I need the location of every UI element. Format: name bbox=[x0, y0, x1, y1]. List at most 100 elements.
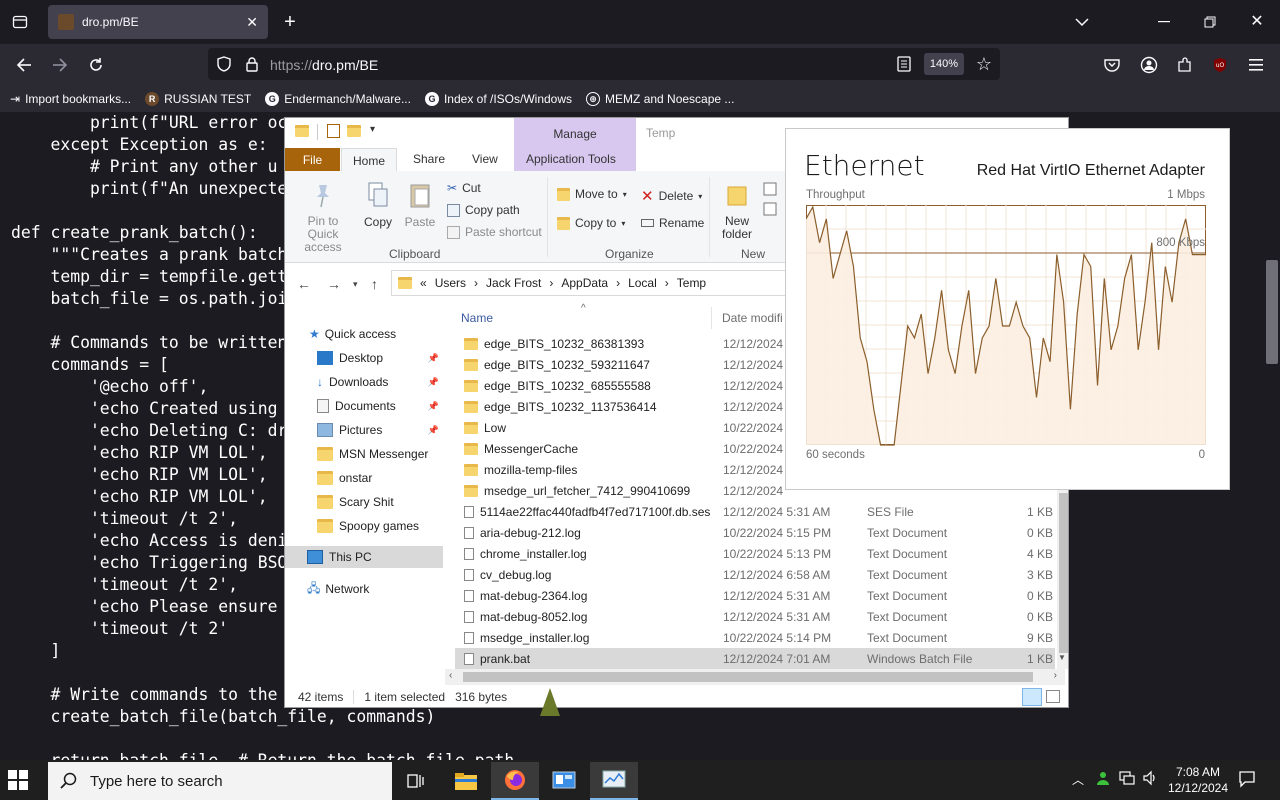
task-manager-taskbar-icon[interactable] bbox=[590, 762, 638, 800]
chevron-down-icon[interactable] bbox=[1068, 8, 1096, 36]
file-row[interactable]: mat-debug-8052.log 12/12/2024 5:31 AM Text… bbox=[455, 606, 1055, 627]
tab-close-icon[interactable]: ✕ bbox=[246, 14, 258, 31]
file-explorer-taskbar-icon[interactable] bbox=[442, 762, 490, 800]
ublock-icon[interactable]: uO bbox=[1206, 51, 1234, 79]
cut-button[interactable]: ✂ Cut bbox=[447, 181, 481, 195]
file-row[interactable]: 5114ae22ffac440fadfb4f7ed717100f.db.ses 1… bbox=[455, 501, 1055, 522]
taskbar-search-box[interactable]: Type here to search bbox=[48, 762, 392, 800]
shield-icon[interactable] bbox=[210, 50, 238, 78]
delete-button[interactable]: ✕ Delete ▾ bbox=[641, 187, 702, 205]
breadcrumb[interactable]: « Users › Jack Frost › AppData › Local ›… bbox=[391, 270, 791, 296]
tab-home[interactable]: Home bbox=[341, 148, 397, 172]
forward-icon[interactable] bbox=[46, 51, 74, 79]
scroll-right-icon[interactable]: › bbox=[1054, 670, 1057, 681]
menu-icon[interactable] bbox=[1242, 51, 1270, 79]
new-item-button[interactable] bbox=[761, 181, 781, 224]
scroll-down-icon[interactable]: ▼ bbox=[1058, 653, 1066, 662]
tab-file[interactable]: File bbox=[285, 148, 340, 171]
tray-overflow-icon[interactable]: ︿ bbox=[1072, 771, 1084, 788]
nav-item-msn-messenger[interactable]: MSN Messenger bbox=[285, 443, 443, 465]
properties-icon[interactable] bbox=[327, 124, 340, 138]
forward-arrow-icon[interactable]: → bbox=[327, 276, 341, 292]
paste-button[interactable]: Paste bbox=[403, 181, 437, 229]
breadcrumb-separator-icon[interactable]: › bbox=[616, 276, 620, 290]
details-view-icon[interactable] bbox=[1022, 688, 1042, 706]
pin-quick-access-button[interactable]: Pin to Quick access bbox=[291, 181, 355, 254]
people-tray-icon[interactable] bbox=[1095, 770, 1111, 789]
account-icon[interactable] bbox=[1135, 51, 1163, 79]
scroll-left-icon[interactable]: ‹ bbox=[449, 670, 452, 681]
rename-button[interactable]: Rename bbox=[641, 216, 704, 230]
move-to-button[interactable]: Move to ▾ bbox=[557, 187, 627, 201]
file-row[interactable]: chrome_installer.log 10/22/2024 5:13 PM Te… bbox=[455, 543, 1055, 564]
taskbar-clock[interactable]: 7:08 AM 12/12/2024 bbox=[1164, 764, 1232, 796]
minimize-icon[interactable] bbox=[1150, 8, 1178, 36]
windows-start-icon[interactable] bbox=[8, 770, 28, 790]
nav-item-documents[interactable]: Documents 📌 bbox=[285, 395, 443, 417]
tab-list-icon[interactable] bbox=[6, 8, 34, 36]
file-list-hscroll[interactable]: ‹ › bbox=[445, 669, 1065, 685]
qat-dropdown-icon[interactable]: ▾ bbox=[370, 124, 375, 135]
nav-item-spoopy-games[interactable]: Spoopy games bbox=[285, 515, 443, 537]
url-bar[interactable]: https://dro.pm/BE ☆ bbox=[208, 48, 1000, 80]
breadcrumb-jack-frost[interactable]: Jack Frost bbox=[486, 276, 541, 290]
task-view-icon[interactable] bbox=[392, 762, 440, 800]
nav-item-quick-access[interactable]: ★ Quick access bbox=[285, 323, 443, 345]
zoom-level-badge[interactable]: 140% bbox=[924, 53, 964, 75]
reload-icon[interactable] bbox=[82, 51, 110, 79]
url-text[interactable]: https://dro.pm/BE bbox=[270, 57, 378, 73]
tab-view[interactable]: View bbox=[472, 152, 498, 166]
new-folder-button[interactable]: New folder bbox=[717, 181, 757, 241]
breadcrumb-temp[interactable]: Temp bbox=[677, 276, 706, 290]
control-panel-taskbar-icon[interactable] bbox=[540, 762, 588, 800]
breadcrumb-appdata[interactable]: AppData bbox=[561, 276, 608, 290]
nav-item-downloads[interactable]: ↓ Downloads 📌 bbox=[285, 371, 443, 393]
overflow-chevron-icon[interactable]: « bbox=[420, 276, 427, 290]
breadcrumb-separator-icon[interactable]: › bbox=[665, 276, 669, 290]
new-tab-icon[interactable]: + bbox=[276, 8, 304, 36]
large-icons-view-icon[interactable] bbox=[1046, 690, 1060, 703]
copy-path-button[interactable]: Copy path bbox=[447, 203, 520, 217]
copy-button[interactable]: Copy bbox=[363, 181, 393, 229]
network-tray-icon[interactable] bbox=[1118, 770, 1136, 789]
new-folder-qat-icon[interactable] bbox=[347, 125, 361, 137]
close-window-icon[interactable]: ✕ bbox=[1243, 8, 1271, 36]
nav-item-pictures[interactable]: Pictures 📌 bbox=[285, 419, 443, 441]
file-row[interactable]: mat-debug-2364.log 12/12/2024 5:31 AM Text… bbox=[455, 585, 1055, 606]
recent-locations-icon[interactable]: ▾ bbox=[353, 279, 358, 290]
bookmark-endermanch[interactable]: G Endermanch/Malware... bbox=[265, 92, 411, 106]
bookmark-import[interactable]: ⇥ Import bookmarks... bbox=[10, 92, 131, 106]
notifications-icon[interactable] bbox=[1238, 770, 1256, 791]
file-row[interactable]: msedge_installer.log 10/22/2024 5:14 PM Te… bbox=[455, 627, 1055, 648]
nav-item-this-pc[interactable]: This PC bbox=[285, 546, 443, 568]
volume-tray-icon[interactable] bbox=[1142, 770, 1158, 789]
extensions-icon[interactable] bbox=[1171, 51, 1199, 79]
tab-share[interactable]: Share bbox=[413, 152, 445, 166]
firefox-taskbar-icon[interactable] bbox=[491, 762, 539, 800]
breadcrumb-local[interactable]: Local bbox=[628, 276, 657, 290]
bookmark-russian-test[interactable]: R RUSSIAN TEST bbox=[145, 92, 251, 106]
nav-item-desktop[interactable]: Desktop 📌 bbox=[285, 347, 443, 369]
copy-to-button[interactable]: Copy to ▾ bbox=[557, 216, 625, 230]
column-date[interactable]: Date modifi bbox=[722, 311, 783, 325]
tab-application-tools[interactable]: Application Tools bbox=[526, 152, 616, 166]
nav-item-network[interactable]: 🖧 Network bbox=[285, 578, 443, 600]
up-arrow-icon[interactable]: ↑ bbox=[371, 276, 378, 292]
lock-icon[interactable] bbox=[238, 50, 266, 78]
restore-icon[interactable] bbox=[1196, 8, 1224, 36]
file-row[interactable]: cv_debug.log 12/12/2024 6:58 AM Text Docum… bbox=[455, 564, 1055, 585]
back-arrow-icon[interactable]: ← bbox=[297, 276, 311, 292]
bookmark-star-icon[interactable]: ☆ bbox=[970, 50, 998, 78]
nav-item-scary-shit[interactable]: Scary Shit bbox=[285, 491, 443, 513]
paste-shortcut-button[interactable]: Paste shortcut bbox=[447, 225, 542, 239]
scrollbar-thumb[interactable] bbox=[1266, 260, 1278, 364]
bookmark-memz[interactable]: ⊕ MEMZ and Noescape ... bbox=[586, 92, 734, 106]
back-icon[interactable] bbox=[10, 51, 38, 79]
vscroll-thumb[interactable] bbox=[1059, 493, 1068, 653]
breadcrumb-separator-icon[interactable]: › bbox=[474, 276, 478, 290]
file-row[interactable]: aria-debug-212.log 10/22/2024 5:15 PM Text… bbox=[455, 522, 1055, 543]
browser-tab[interactable]: dro.pm/BE ✕ bbox=[48, 5, 268, 39]
reader-view-icon[interactable] bbox=[890, 50, 918, 78]
column-name[interactable]: Name bbox=[461, 311, 493, 325]
breadcrumb-users[interactable]: Users bbox=[435, 276, 466, 290]
